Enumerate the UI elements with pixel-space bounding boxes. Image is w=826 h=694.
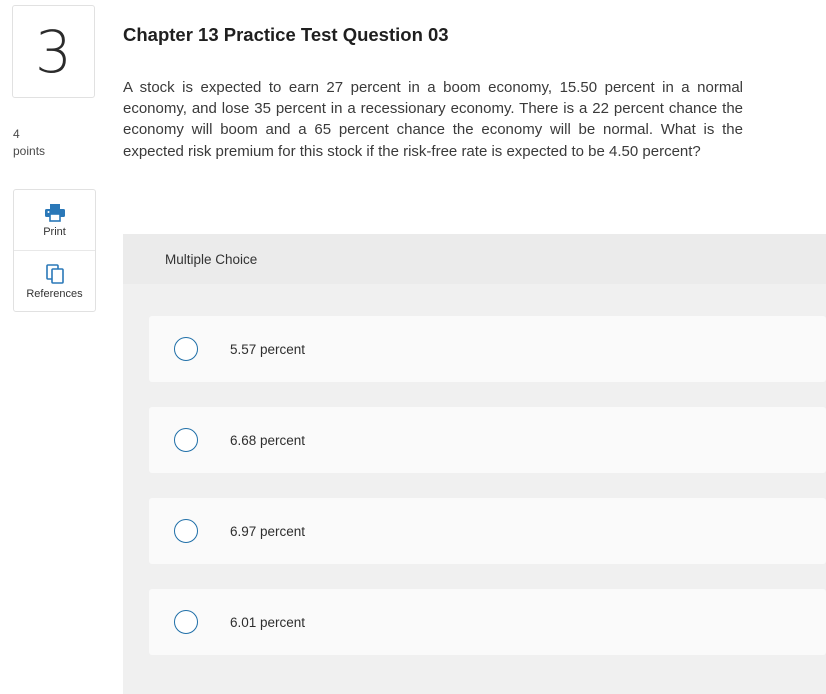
print-button[interactable]: Print xyxy=(14,190,95,250)
points-label: points xyxy=(13,144,46,158)
points-value: 4 xyxy=(13,127,20,141)
tools-panel: Print References xyxy=(13,189,96,312)
multiple-choice-panel: Multiple Choice 5.57 percent 6.68 percen… xyxy=(123,234,826,694)
question-number-box: 3 xyxy=(12,5,95,98)
choice-label-4: 6.01 percent xyxy=(230,614,306,630)
choice-label-3: 6.97 percent xyxy=(230,523,306,539)
points-indicator: 4 points xyxy=(13,126,45,160)
choice-option-3[interactable]: 6.97 percent xyxy=(149,498,826,564)
radio-button-3[interactable] xyxy=(174,519,198,543)
print-label: Print xyxy=(43,225,66,238)
choice-option-2[interactable]: 6.68 percent xyxy=(149,407,826,473)
references-icon xyxy=(45,263,64,284)
choice-label-1: 5.57 percent xyxy=(230,341,306,357)
radio-button-2[interactable] xyxy=(174,428,198,452)
multiple-choice-header: Multiple Choice xyxy=(123,234,826,284)
radio-button-4[interactable] xyxy=(174,610,198,634)
references-button[interactable]: References xyxy=(14,250,95,311)
radio-button-1[interactable] xyxy=(174,337,198,361)
question-number: 3 xyxy=(35,17,72,86)
question-text: A stock is expected to earn 27 percent i… xyxy=(123,79,743,160)
choice-option-4[interactable]: 6.01 percent xyxy=(149,589,826,655)
choice-option-1[interactable]: 5.57 percent xyxy=(149,316,826,382)
choice-label-2: 6.68 percent xyxy=(230,432,306,448)
question-title: Chapter 13 Practice Test Question 03 xyxy=(123,24,449,45)
print-icon xyxy=(44,203,65,222)
references-label: References xyxy=(26,287,83,300)
